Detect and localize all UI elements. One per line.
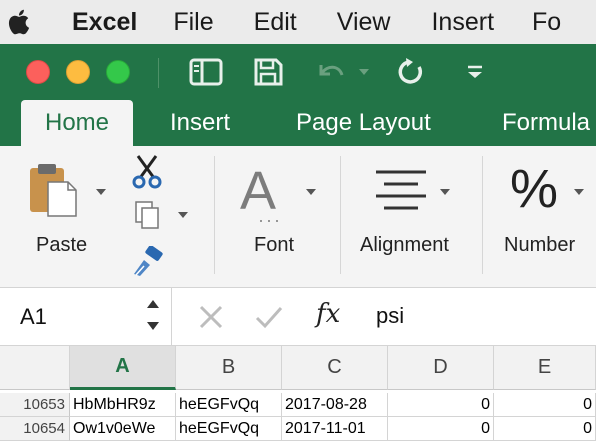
menu-insert[interactable]: Insert: [431, 8, 494, 37]
undo-dropdown-icon[interactable]: [356, 54, 372, 90]
table-cell[interactable]: 2017-08-28: [282, 393, 388, 417]
number-label[interactable]: Number: [504, 234, 575, 257]
save-icon[interactable]: [250, 54, 286, 90]
cancel-icon[interactable]: [198, 304, 224, 335]
column-header[interactable]: A: [70, 346, 176, 390]
cut-icon[interactable]: [130, 154, 164, 195]
formula-input-area[interactable]: fx psi: [172, 288, 596, 346]
name-box[interactable]: A1: [0, 288, 172, 346]
font-icon-dots: ···: [258, 210, 282, 230]
ribbon-separator: [340, 156, 341, 274]
table-cell[interactable]: Ow1v0eWe: [70, 417, 176, 441]
format-painter-icon[interactable]: [130, 245, 166, 283]
table-cell[interactable]: 0: [388, 393, 494, 417]
tab-home[interactable]: Home: [21, 100, 134, 146]
table-cell[interactable]: 0: [388, 417, 494, 441]
paste-dropdown-icon[interactable]: [96, 189, 106, 195]
window-title-bar: [0, 44, 596, 100]
alignment-dropdown-icon[interactable]: [440, 189, 450, 195]
insert-function-icon[interactable]: fx: [316, 299, 340, 329]
column-header[interactable]: E: [494, 346, 596, 390]
menu-app-name[interactable]: Excel: [72, 8, 137, 37]
ribbon-home: Paste A ··· Font Alignment % Number: [0, 146, 596, 288]
menu-file[interactable]: File: [173, 8, 213, 37]
table-cell[interactable]: 0: [494, 417, 596, 441]
customize-toolbar-icon[interactable]: [460, 54, 490, 90]
name-box-stepper-icon[interactable]: [146, 298, 160, 339]
close-window-button[interactable]: [26, 60, 50, 84]
menu-format[interactable]: Fo: [532, 8, 561, 37]
column-header[interactable]: D: [388, 346, 494, 390]
font-label[interactable]: Font: [254, 234, 294, 257]
menu-edit[interactable]: Edit: [254, 8, 297, 37]
table-cell[interactable]: heEGFvQq: [176, 393, 282, 417]
row-header[interactable]: 10654: [0, 417, 70, 441]
table-cell[interactable]: heEGFvQq: [176, 417, 282, 441]
redo-icon[interactable]: [394, 54, 430, 90]
copy-icon[interactable]: [134, 200, 162, 235]
name-box-value: A1: [20, 304, 47, 329]
table-cell[interactable]: 0: [494, 393, 596, 417]
ribbon-tabs: Home Insert Page Layout Formula: [0, 100, 596, 146]
spreadsheet-grid: A B C D E 10653 HbMbHR9z heEGFvQq 2017-0…: [0, 346, 596, 448]
ribbon-separator: [482, 156, 483, 274]
column-header[interactable]: C: [282, 346, 388, 390]
apple-menu-icon[interactable]: [0, 8, 40, 36]
alignment-icon[interactable]: [374, 168, 428, 219]
mac-menu-bar: Excel File Edit View Insert Fo: [0, 0, 596, 44]
sidebar-toggle-icon[interactable]: [186, 54, 226, 90]
ribbon-separator: [214, 156, 215, 274]
select-all-corner[interactable]: [0, 346, 70, 390]
enter-icon[interactable]: [254, 304, 284, 335]
titlebar-separator: [158, 58, 159, 88]
number-dropdown-icon[interactable]: [574, 189, 584, 195]
undo-icon[interactable]: [310, 54, 350, 90]
alignment-label[interactable]: Alignment: [360, 234, 449, 257]
tab-formulas[interactable]: Formula: [502, 100, 590, 146]
copy-dropdown-icon[interactable]: [178, 212, 188, 218]
zoom-window-button[interactable]: [106, 60, 130, 84]
row-header[interactable]: 10653: [0, 393, 70, 417]
table-cell[interactable]: HbMbHR9z: [70, 393, 176, 417]
tab-insert[interactable]: Insert: [170, 100, 230, 146]
table-cell[interactable]: 2017-11-01: [282, 417, 388, 441]
font-dropdown-icon[interactable]: [306, 189, 316, 195]
minimize-window-button[interactable]: [66, 60, 90, 84]
formula-content[interactable]: psi: [376, 303, 404, 329]
column-header[interactable]: B: [176, 346, 282, 390]
paste-icon[interactable]: [28, 162, 80, 223]
paste-label[interactable]: Paste: [36, 234, 87, 257]
menu-view[interactable]: View: [337, 8, 391, 37]
tab-page-layout[interactable]: Page Layout: [296, 100, 431, 146]
formula-bar: A1 fx psi: [0, 288, 596, 346]
number-format-icon[interactable]: %: [510, 158, 558, 220]
